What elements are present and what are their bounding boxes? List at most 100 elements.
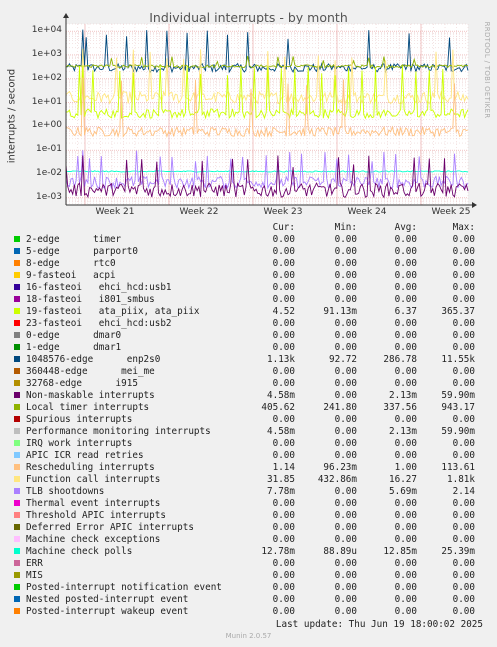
legend-cur-value: 0.00 <box>272 330 295 341</box>
legend-row: Nested posted-interrupt event 0.00 0.00 0.0… <box>0 594 497 606</box>
legend-swatch <box>14 488 20 494</box>
legend-swatch <box>14 320 20 326</box>
legend-label: Spurious interrupts <box>26 414 133 425</box>
legend-max-value: 0.00 <box>452 450 475 461</box>
legend-cur-value: 31.85 <box>267 474 295 485</box>
legend-cur-value: 0.00 <box>272 318 295 329</box>
legend-row: 1048576-edge enp2s0 1.13k 92.72 286.78 11.55… <box>0 354 497 366</box>
legend-swatch <box>14 356 20 362</box>
legend-max-value: 0.00 <box>452 378 475 389</box>
legend-label: Threshold APIC interrupts <box>26 510 166 521</box>
legend-label: TLB shootdowns <box>26 486 105 497</box>
legend-swatch <box>14 332 20 338</box>
legend-row: Machine check exceptions 0.00 0.00 0.00 0.00 <box>0 534 497 546</box>
legend-swatch <box>14 524 20 530</box>
legend-max-value: 0.00 <box>452 246 475 257</box>
legend-cur-value: 0.00 <box>272 294 295 305</box>
legend-cur-value: 0.00 <box>272 606 295 617</box>
y-tick-label: 1e+01 <box>31 96 62 107</box>
legend-label: 16-fasteoi ehci_hcd:usb1 <box>26 282 172 293</box>
legend-label: Machine check exceptions <box>26 534 161 545</box>
legend-label: Posted-interrupt notification event <box>26 582 222 593</box>
legend-row: Local timer interrupts 405.62 241.80 337.56… <box>0 402 497 414</box>
legend-swatch <box>14 380 20 386</box>
legend-label: Nested posted-interrupt event <box>26 594 189 605</box>
legend-swatch <box>14 428 20 434</box>
legend-swatch <box>14 296 20 302</box>
legend-swatch <box>14 416 20 422</box>
legend-max-value: 0.00 <box>452 330 475 341</box>
legend-max-value: 59.90m <box>441 390 475 401</box>
legend-row: 9-fasteoi acpi 0.00 0.00 0.00 0.00 <box>0 270 497 282</box>
legend-max-value: 0.00 <box>452 558 475 569</box>
legend-row: Posted-interrupt wakeup event 0.00 0.00 0.0… <box>0 606 497 618</box>
y-tick-label: 1e-03 <box>36 191 62 202</box>
legend-row: Thermal event interrupts 0.00 0.00 0.00 0.00 <box>0 498 497 510</box>
legend-row: Posted-interrupt notification event 0.00 0… <box>0 582 497 594</box>
legend-cur-value: 4.52 <box>272 306 295 317</box>
y-tick-label: 1e+03 <box>31 48 62 59</box>
legend-max-value: 0.00 <box>452 366 475 377</box>
legend-max-value: 11.55k <box>441 354 475 365</box>
legend-label: 9-fasteoi acpi <box>26 270 116 281</box>
y-tick-label: 1e+00 <box>31 120 62 131</box>
legend-row: 0-edge dmar0 0.00 0.00 0.00 0.00 <box>0 330 497 342</box>
legend-label: Machine check polls <box>26 546 133 557</box>
legend-max-value: 0.00 <box>452 498 475 509</box>
legend-row: 16-fasteoi ehci_hcd:usb1 0.00 0.00 0.00 0.00 <box>0 282 497 294</box>
legend-cur-value: 1.14 <box>272 462 295 473</box>
legend-cur-value: 0.00 <box>272 282 295 293</box>
legend-swatch <box>14 536 20 542</box>
legend-max-value: 0.00 <box>452 258 475 269</box>
legend-swatch <box>14 464 20 470</box>
legend-max-value: 2.14 <box>452 486 475 497</box>
legend-max-value: 0.00 <box>452 594 475 605</box>
legend-max-value: 0.00 <box>452 510 475 521</box>
legend-cur-value: 12.78m <box>261 546 295 557</box>
chart-plot <box>63 13 477 208</box>
legend-label: MIS <box>26 570 43 581</box>
legend-swatch <box>14 560 20 566</box>
legend-label: Deferred Error APIC interrupts <box>26 522 194 533</box>
legend-cur-value: 0.00 <box>272 234 295 245</box>
legend-label: ERR <box>26 558 43 569</box>
legend-row: 1-edge dmar1 0.00 0.00 0.00 0.00 <box>0 342 497 354</box>
legend-cur-value: 0.00 <box>272 378 295 389</box>
legend-swatch <box>14 284 20 290</box>
legend-row: Threshold APIC interrupts 0.00 0.00 0.00 0.0… <box>0 510 497 522</box>
legend-max-value: 365.37 <box>441 306 475 317</box>
legend-swatch <box>14 440 20 446</box>
legend-cur-value: 0.00 <box>272 498 295 509</box>
legend-cur-value: 0.00 <box>272 270 295 281</box>
legend-label: 5-edge parport0 <box>26 246 138 257</box>
legend-swatch <box>14 260 20 266</box>
legend-row: TLB shootdowns 7.78m 0.00 5.69m 2.14 <box>0 486 497 498</box>
legend-label: 18-fasteoi i801_smbus <box>26 294 155 305</box>
legend-row: 19-fasteoi ata_piix, ata_piix 4.52 91.13m 6… <box>0 306 497 318</box>
legend-row: 360448-edge mei_me 0.00 0.00 0.00 0.00 <box>0 366 497 378</box>
legend-row: Rescheduling interrupts 1.14 96.23m 1.00 113… <box>0 462 497 474</box>
legend-max-value: 0.00 <box>452 318 475 329</box>
legend-label: 1048576-edge enp2s0 <box>26 354 161 365</box>
legend-swatch <box>14 404 20 410</box>
munin-version: Munin 2.0.57 <box>225 632 272 640</box>
legend-swatch <box>14 500 20 506</box>
legend-row: 32768-edge i915 0.00 0.00 0.00 0.00 <box>0 378 497 390</box>
legend-row: IRQ work interrupts 0.00 0.00 0.00 0.00 <box>0 438 497 450</box>
legend-cur-value: 0.00 <box>272 450 295 461</box>
legend-swatch <box>14 236 20 242</box>
x-tick-label: Week 24 <box>347 207 387 217</box>
legend-max-value: 113.61 <box>441 462 475 473</box>
legend-max-value: 0.00 <box>452 438 475 449</box>
legend-row: 5-edge parport0 0.00 0.00 0.00 0.00 <box>0 246 497 258</box>
legend-row: MIS 0.00 0.00 0.00 0.00 <box>0 570 497 582</box>
y-tick-label: 1e-01 <box>36 144 62 155</box>
legend-row: 2-edge timer 0.00 0.00 0.00 0.00 <box>0 234 497 246</box>
legend-max-value: 0.00 <box>452 534 475 545</box>
legend-cur-value: 0.00 <box>272 558 295 569</box>
legend-header-cur: Cur: <box>272 222 295 233</box>
legend-cur-value: 0.00 <box>272 414 295 425</box>
legend-label: 23-fasteoi ehci_hcd:usb2 <box>26 318 172 329</box>
legend-cur-value: 0.00 <box>272 570 295 581</box>
legend-swatch <box>14 392 20 398</box>
